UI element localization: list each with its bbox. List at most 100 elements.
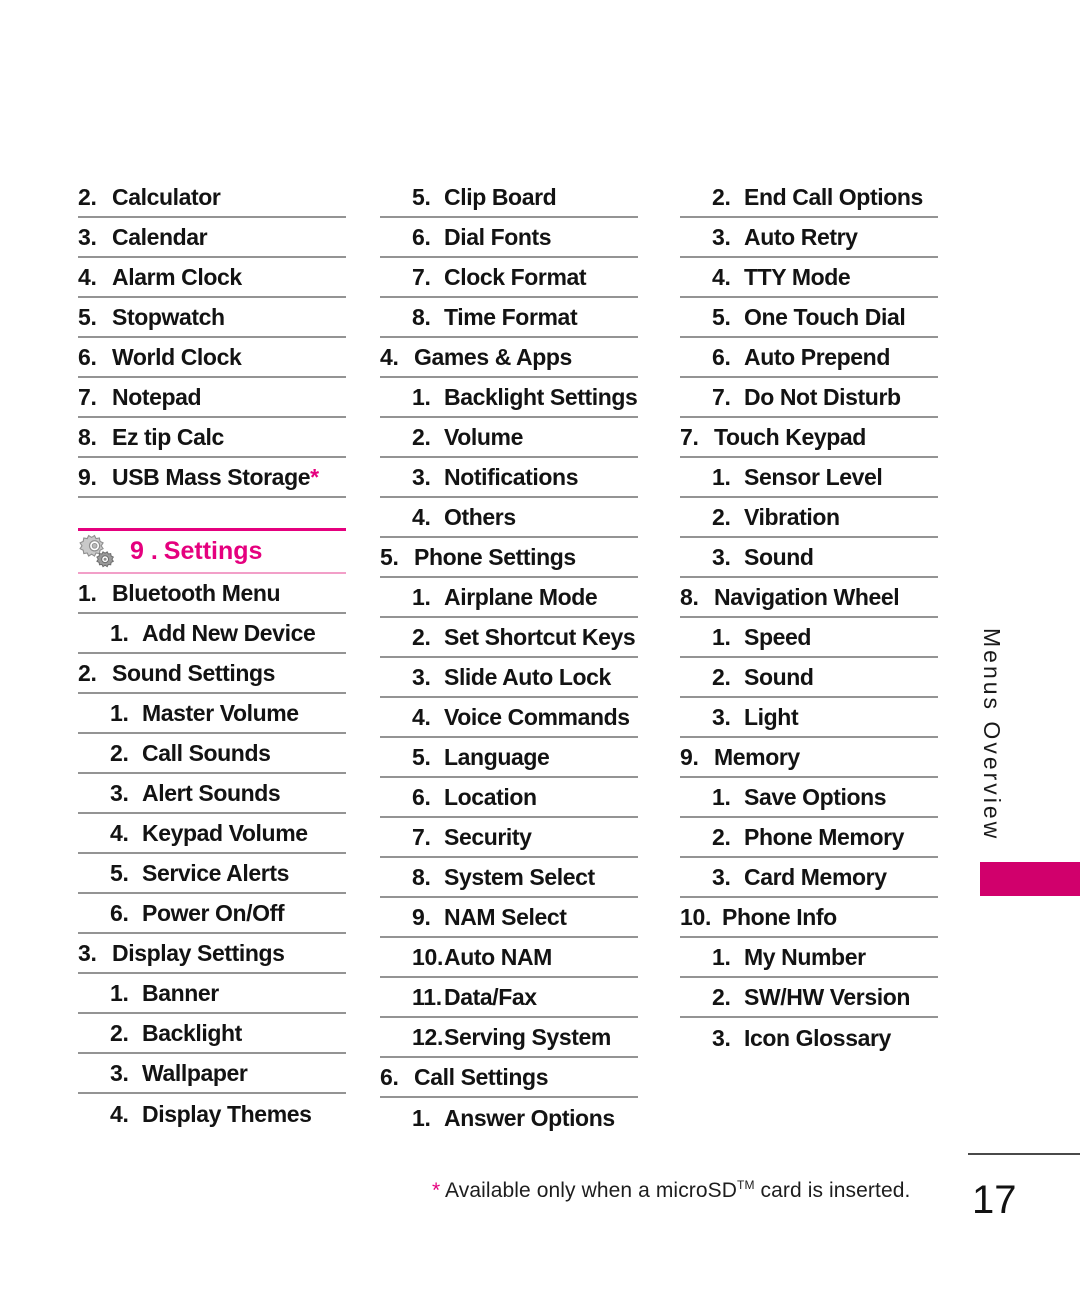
menu-row-label: Power On/Off [142, 899, 285, 926]
menu-row-label: USB Mass Storage [112, 463, 311, 490]
menu-row-label: Display Themes [142, 1100, 312, 1127]
menu-row-number: 1. [78, 579, 97, 606]
menu-row: 8. System Select [380, 858, 638, 898]
menu-row-number: 4. [110, 819, 129, 846]
menu-row-label: Time Format [444, 303, 578, 330]
menu-row-number: 1. [412, 583, 431, 610]
manual-page: 2. Calculator 3. Calendar 4. Alarm Clock 5. Sto… [0, 0, 1080, 1295]
menu-row-label: World Clock [112, 343, 242, 370]
menu-row-number: 3. [412, 463, 431, 490]
menu-row-label: Call Settings [414, 1063, 549, 1090]
menu-row-number: 3. [712, 543, 731, 570]
menu-row: 4. Display Themes [78, 1094, 346, 1134]
menu-row: 3. Slide Auto Lock [380, 658, 638, 698]
menu-row-label: Volume [444, 423, 523, 450]
menu-row-number: 1. [412, 383, 431, 410]
menu-row: 3. Sound [680, 538, 938, 578]
menu-row-label: Service Alerts [142, 859, 289, 886]
menu-row-label: Save Options [744, 783, 887, 810]
menu-row-number: 4. [380, 343, 399, 370]
menu-row-number: 6. [380, 1063, 399, 1090]
menu-row: 3. Icon Glossary [680, 1018, 938, 1058]
menu-row-label: Serving System [444, 1023, 611, 1050]
menu-row-number: 2. [110, 1019, 129, 1046]
section-title: Settings [163, 537, 263, 565]
menu-row: 2. Set Shortcut Keys [380, 618, 638, 658]
menu-row: 1. Answer Options [380, 1098, 638, 1138]
menu-row: 2. Calculator [78, 178, 346, 218]
menu-row: 9. Memory [680, 738, 938, 778]
menu-row: 6. Dial Fonts [380, 218, 638, 258]
menu-row: 2. Vibration [680, 498, 938, 538]
menu-row-label: Language [444, 743, 550, 770]
menu-row: 8. Ez tip Calc [78, 418, 346, 458]
menu-row-label: Banner [142, 979, 219, 1006]
menu-row-label: Calendar [112, 223, 208, 250]
menu-row-label: Wallpaper [142, 1059, 248, 1086]
menu-row-number: 2. [78, 183, 97, 210]
menu-row-number: 2. [712, 663, 731, 690]
menu-row-label: Voice Commands [444, 703, 630, 730]
menu-row-label: Sound Settings [112, 659, 276, 686]
menu-row-number: 3. [712, 223, 731, 250]
menu-row-label: Ez tip Calc [112, 423, 224, 450]
menu-row-number: 9. [412, 903, 431, 930]
menu-row-number: 5. [380, 543, 399, 570]
menu-row-label: Master Volume [142, 699, 299, 726]
settings-section-header: 9 . Settings [78, 528, 346, 574]
menu-row-label: System Select [444, 863, 595, 890]
menu-row: 2. Call Sounds [78, 734, 346, 774]
menu-row: 1. Bluetooth Menu [78, 574, 346, 614]
menu-row-label: Call Sounds [142, 739, 271, 766]
column-1: 2. Calculator 3. Calendar 4. Alarm Clock 5. Sto… [78, 178, 346, 1134]
menu-row-label: Phone Memory [744, 823, 905, 850]
menu-row-label: Touch Keypad [714, 423, 866, 450]
menu-row-number: 1. [712, 943, 731, 970]
menu-row-label: Vibration [744, 503, 840, 530]
menu-row-number: 5. [412, 183, 431, 210]
menu-row-label: Memory [714, 743, 800, 770]
menu-row: 6. Call Settings [380, 1058, 638, 1098]
menu-row: 7. Security [380, 818, 638, 858]
menu-row: 8. Navigation Wheel [680, 578, 938, 618]
menu-row-label: SW/HW Version [744, 983, 911, 1010]
menu-row-label: Calculator [112, 183, 221, 210]
menu-row: 3. Light [680, 698, 938, 738]
menu-row: 5. Service Alerts [78, 854, 346, 894]
menu-row-label: Games & Apps [414, 343, 572, 370]
column-1-list-bottom: 1. Bluetooth Menu 1. Add New Device 2. Sound … [78, 574, 346, 1134]
menu-row: 1. Speed [680, 618, 938, 658]
footnote-marker-icon: * [310, 463, 320, 490]
menu-row-label: My Number [744, 943, 866, 970]
menu-row-number: 3. [110, 1059, 129, 1086]
menu-row-number: 8. [412, 863, 431, 890]
menu-row: 5. Clip Board [380, 178, 638, 218]
menu-row-number: 2. [712, 823, 731, 850]
menu-row: 3. Card Memory [680, 858, 938, 898]
menu-row-label: Sensor Level [744, 463, 883, 490]
section-color-tab [980, 862, 1080, 896]
menu-row: 2. Sound Settings [78, 654, 346, 694]
menu-row-label: Notifications [444, 463, 579, 490]
menu-row: 5. One Touch Dial [680, 298, 938, 338]
menu-row-label: Bluetooth Menu [112, 579, 281, 606]
menu-row-number: 1. [110, 979, 129, 1006]
menu-row: 12. Serving System [380, 1018, 638, 1058]
footnote-trademark: TM [737, 1178, 755, 1192]
menu-row-number: 7. [78, 383, 97, 410]
menu-row-label: One Touch Dial [744, 303, 906, 330]
menu-row-label: Answer Options [444, 1104, 615, 1131]
menu-row-label: Navigation Wheel [714, 583, 900, 610]
menu-row-number: 3. [712, 863, 731, 890]
menu-row-label: Notepad [112, 383, 202, 410]
menu-row: 1. Banner [78, 974, 346, 1014]
menu-row: 3. Display Settings [78, 934, 346, 974]
section-number: 9 . [130, 537, 158, 565]
menu-row-label: Auto Retry [744, 223, 858, 250]
menu-row-number: 6. [712, 343, 731, 370]
menu-row: 10. Phone Info [680, 898, 938, 938]
menu-row-number: 11. [412, 983, 442, 1010]
menu-row-label: Clock Format [444, 263, 587, 290]
menu-row-label: Clip Board [444, 183, 557, 210]
